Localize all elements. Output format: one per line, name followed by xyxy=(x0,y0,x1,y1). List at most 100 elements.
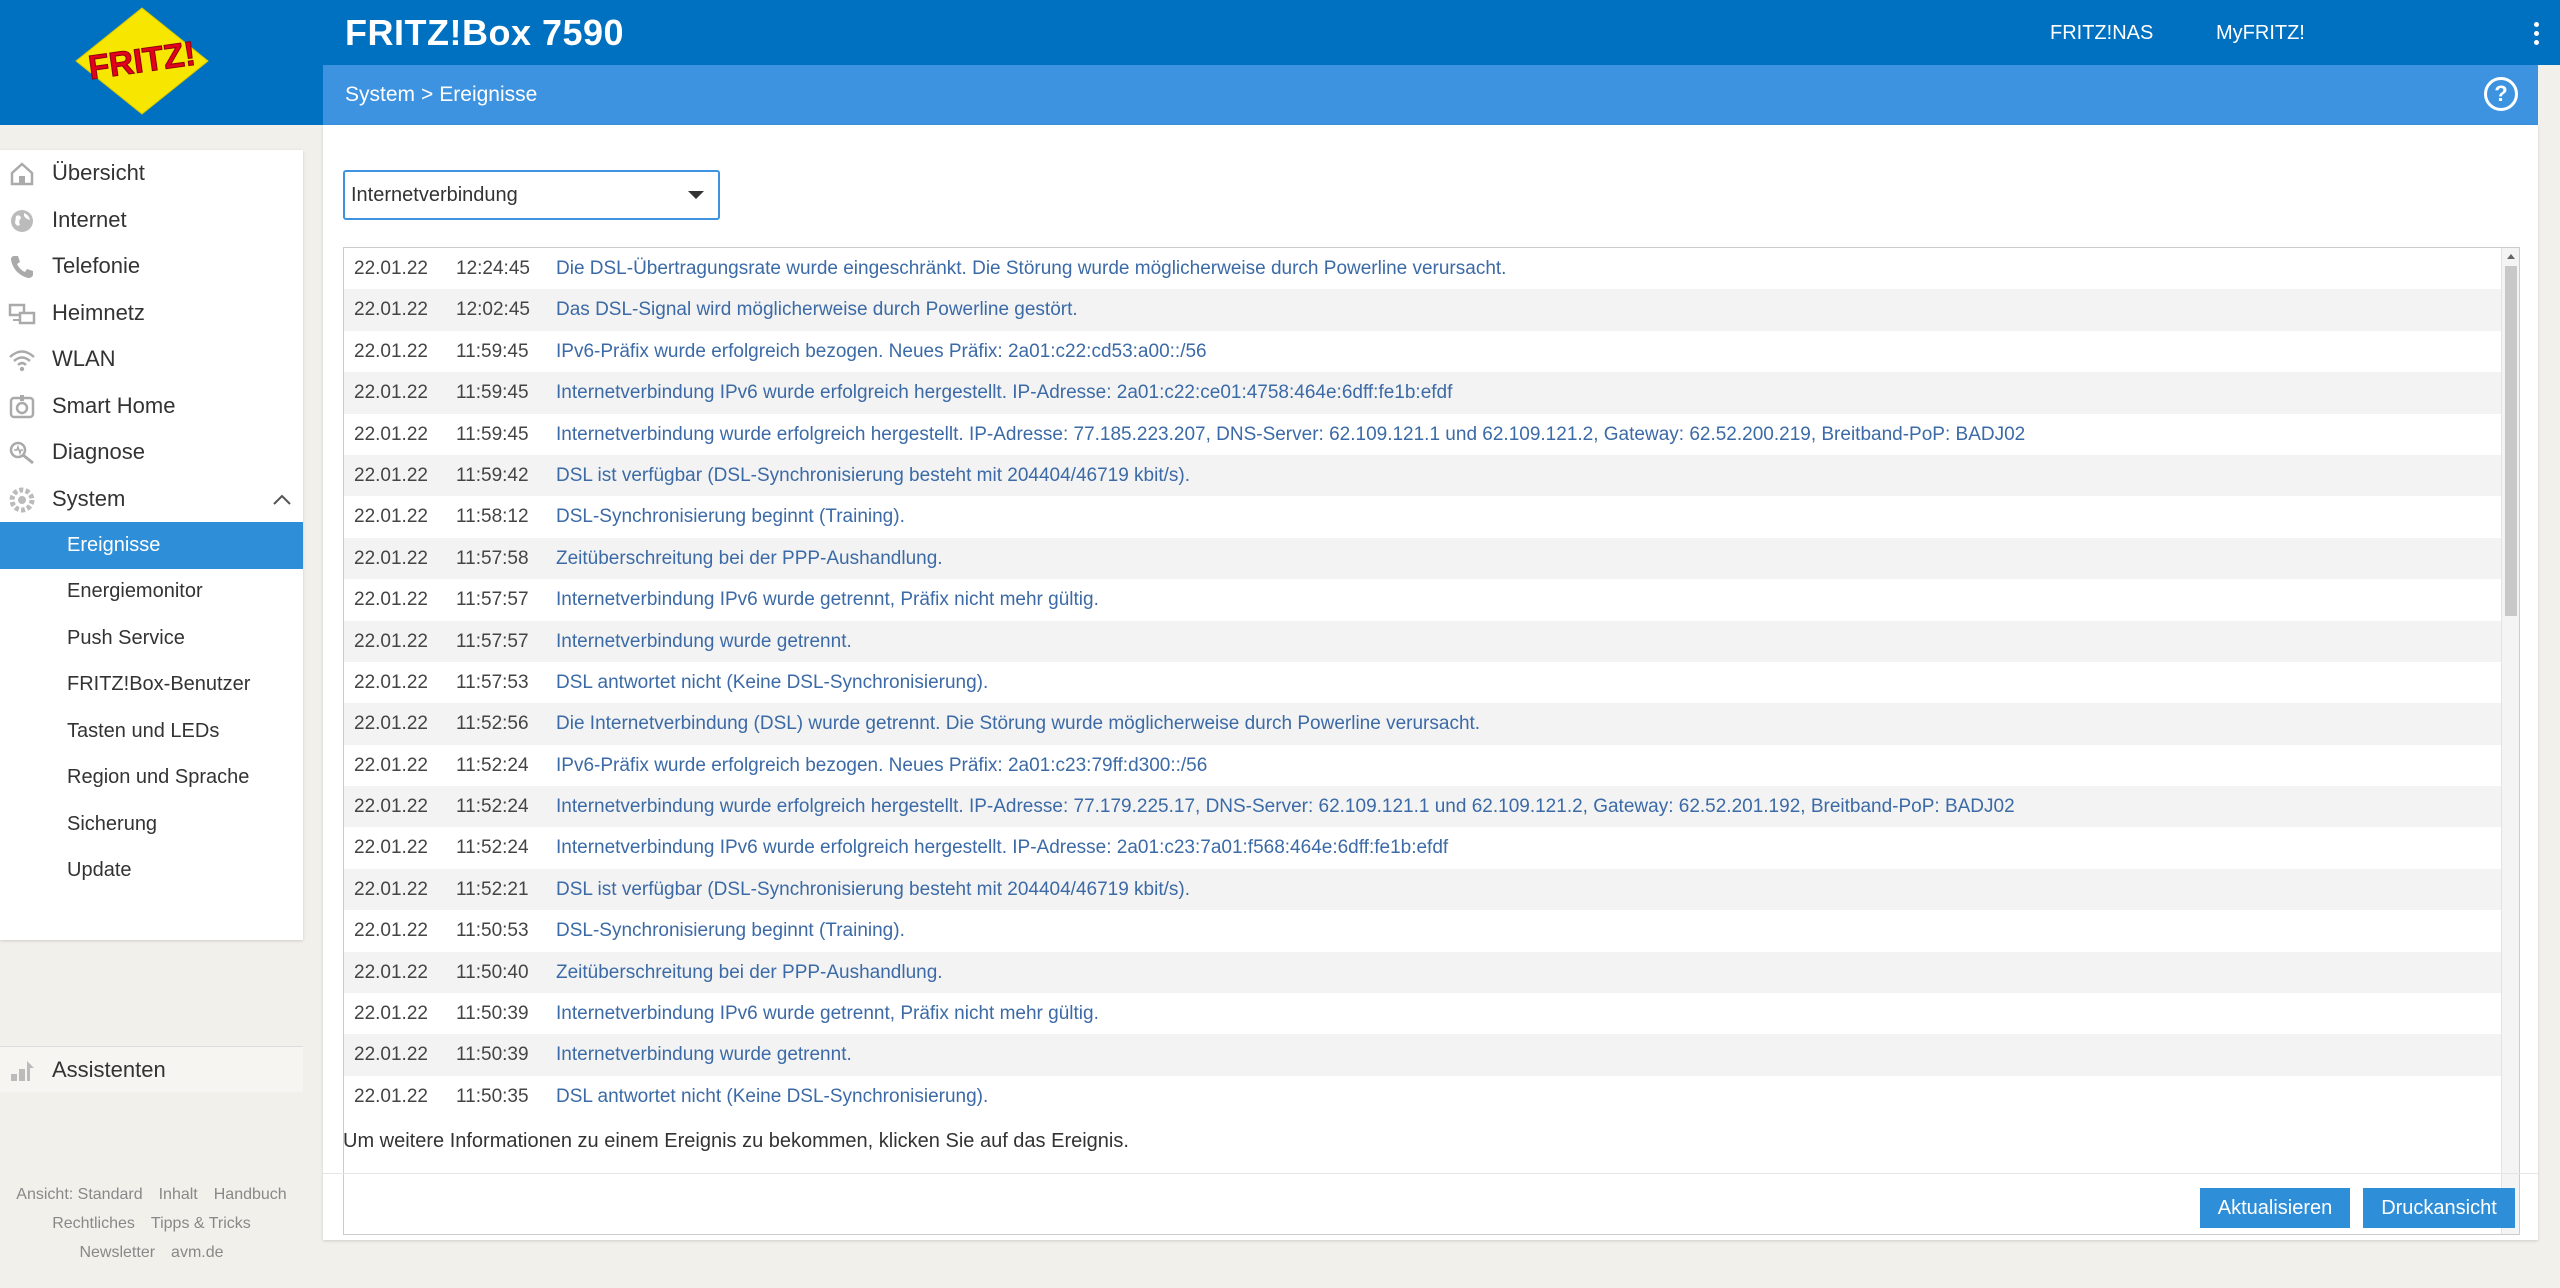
sidebar-item-smart-home[interactable]: Smart Home xyxy=(0,383,303,430)
event-row[interactable]: 22.01.22 11:50:40 Zeitüberschreitung bei d… xyxy=(344,951,2502,994)
sidebar-item-system[interactable]: System xyxy=(0,476,303,523)
event-message: Internetverbindung IPv6 wurde erfolgreic… xyxy=(556,837,1449,859)
sidebar-item-diagnose[interactable]: Diagnose xyxy=(0,429,303,476)
sidebar-sub-tasten-leds[interactable]: Tasten und LEDs xyxy=(0,708,303,755)
event-message: DSL antwortet nicht (Keine DSL-Synchroni… xyxy=(556,671,989,693)
sidebar-item-assistenten[interactable]: Assistenten xyxy=(0,1046,303,1092)
footer-avm[interactable]: avm.de xyxy=(171,1244,223,1261)
breadcrumb-bar: System > Ereignisse ? xyxy=(323,65,2538,125)
event-row[interactable]: 22.01.22 12:24:45 Die DSL-Übertragungsrate… xyxy=(344,248,2502,289)
event-date: 22.01.22 xyxy=(354,630,428,652)
sidebar-sub-sicherung[interactable]: Sicherung xyxy=(0,801,303,848)
event-row[interactable]: 22.01.22 11:57:53 DSL antwortet nicht (Kei… xyxy=(344,662,2502,703)
sub-label: Region und Sprache xyxy=(67,766,250,789)
footer-handbuch[interactable]: Handbuch xyxy=(214,1186,287,1203)
sidebar-sub-ereignisse[interactable]: Ereignisse xyxy=(0,522,303,569)
sidebar-item-heimnetz[interactable]: Heimnetz xyxy=(0,290,303,337)
more-menu-icon[interactable] xyxy=(2526,22,2546,50)
footer-tipps[interactable]: Tipps & Tricks xyxy=(151,1215,251,1232)
print-view-button[interactable]: Druckansicht xyxy=(2363,1188,2515,1228)
event-time: 11:57:53 xyxy=(456,671,529,693)
product-title: FRITZ!Box 7590 xyxy=(345,12,625,53)
event-date: 22.01.22 xyxy=(354,796,428,818)
sidebar-sub-region-sprache[interactable]: Region und Sprache xyxy=(0,755,303,802)
sidebar-item-internet[interactable]: Internet xyxy=(0,197,303,244)
breadcrumb-separator: > xyxy=(421,83,434,106)
event-row[interactable]: 22.01.22 11:50:35 DSL antwortet nicht (Kei… xyxy=(344,1076,2502,1117)
sidebar-sub-energiemonitor[interactable]: Energiemonitor xyxy=(0,569,303,616)
event-log-scrollbar[interactable] xyxy=(2501,248,2519,1234)
sub-label: Ereignisse xyxy=(67,533,161,556)
event-row[interactable]: 22.01.22 11:52:24 IPv6-Präfix wurde erfolg… xyxy=(344,745,2502,786)
event-time: 11:59:45 xyxy=(456,382,529,404)
sub-label: FRITZ!Box-Benutzer xyxy=(67,673,251,696)
event-row[interactable]: 22.01.22 11:50:53 DSL-Synchronisierung beg… xyxy=(344,910,2502,951)
footer-inhalt[interactable]: Inhalt xyxy=(159,1186,198,1203)
event-date: 22.01.22 xyxy=(354,1085,428,1107)
event-message: Internetverbindung wurde getrennt. xyxy=(556,1044,852,1066)
breadcrumb: System > Ereignisse xyxy=(345,83,537,107)
sub-label: Push Service xyxy=(67,626,185,649)
sub-label: Tasten und LEDs xyxy=(67,719,220,742)
divider xyxy=(323,1173,2538,1174)
fritznas-link[interactable]: FRITZ!NAS xyxy=(2050,22,2153,45)
sidebar-item-uebersicht[interactable]: Übersicht xyxy=(0,150,303,197)
event-date: 22.01.22 xyxy=(354,506,428,528)
event-date: 22.01.22 xyxy=(354,589,428,611)
event-message: Internetverbindung wurde erfolgreich her… xyxy=(556,423,2026,445)
event-filter-select[interactable]: Internetverbindung xyxy=(343,170,720,220)
sidebar-label: Heimnetz xyxy=(52,299,145,325)
sidebar-label: Übersicht xyxy=(52,160,145,186)
event-row[interactable]: 22.01.22 11:57:57 Internetverbindung IPv6 … xyxy=(344,579,2502,620)
event-row[interactable]: 22.01.22 12:02:45 Das DSL-Signal wird mögl… xyxy=(344,289,2502,331)
scroll-up-icon[interactable] xyxy=(2507,254,2515,259)
sidebar-sub-fritzbox-benutzer[interactable]: FRITZ!Box-Benutzer xyxy=(0,662,303,709)
event-row[interactable]: 22.01.22 11:58:12 DSL-Synchronisierung beg… xyxy=(344,496,2502,537)
event-date: 22.01.22 xyxy=(354,423,428,445)
event-date: 22.01.22 xyxy=(354,382,428,404)
event-message: Internetverbindung IPv6 wurde erfolgreic… xyxy=(556,382,1453,404)
event-row[interactable]: 22.01.22 11:52:56 Die Internetverbindung (… xyxy=(344,703,2502,745)
caret-down-icon xyxy=(688,191,704,199)
logo-area: FRITZ! xyxy=(0,0,323,125)
footer-newsletter[interactable]: Newsletter xyxy=(79,1244,155,1261)
event-time: 11:50:39 xyxy=(456,1003,529,1025)
event-row[interactable]: 22.01.22 11:57:57 Internetverbindung wurde… xyxy=(344,620,2502,662)
event-table: 22.01.22 12:24:45 Die DSL-Übertragungsrate… xyxy=(344,248,2502,1117)
footer-rechtliches[interactable]: Rechtliches xyxy=(52,1215,135,1232)
chevron-up-icon[interactable] xyxy=(272,490,292,510)
sidebar-item-wlan[interactable]: WLAN xyxy=(0,336,303,383)
sidebar-sub-push-service[interactable]: Push Service xyxy=(0,615,303,662)
breadcrumb-system[interactable]: System xyxy=(345,83,415,106)
help-icon[interactable]: ? xyxy=(2484,77,2518,111)
event-time: 11:57:58 xyxy=(456,547,529,569)
event-row[interactable]: 22.01.22 11:52:24 Internetverbindung IPv6 … xyxy=(344,827,2502,868)
event-date: 22.01.22 xyxy=(354,299,428,321)
event-date: 22.01.22 xyxy=(354,1003,428,1025)
event-date: 22.01.22 xyxy=(354,878,428,900)
event-message: Die Internetverbindung (DSL) wurde getre… xyxy=(556,713,1481,735)
event-message: DSL ist verfügbar (DSL-Synchronisierung … xyxy=(556,878,1191,900)
sidebar: Übersicht Internet Telefonie Heimnetz WL… xyxy=(0,150,303,1092)
event-row[interactable]: 22.01.22 11:50:39 Internetverbindung IPv6 … xyxy=(344,993,2502,1034)
event-row[interactable]: 22.01.22 11:59:45 IPv6-Präfix wurde erfolg… xyxy=(344,331,2502,372)
event-row[interactable]: 22.01.22 11:57:58 Zeitüberschreitung bei d… xyxy=(344,537,2502,580)
refresh-button[interactable]: Aktualisieren xyxy=(2200,1188,2350,1228)
myfritz-link[interactable]: MyFRITZ! xyxy=(2216,22,2305,45)
scrollbar-thumb[interactable] xyxy=(2505,266,2517,616)
sidebar-sub-update[interactable]: Update xyxy=(0,848,303,895)
event-row[interactable]: 22.01.22 11:52:24 Internetverbindung wurde… xyxy=(344,786,2502,828)
sidebar-item-telefonie[interactable]: Telefonie xyxy=(0,243,303,290)
event-filter-value: Internetverbindung xyxy=(351,184,518,206)
event-message: Das DSL-Signal wird möglicherweise durch… xyxy=(556,299,1078,321)
event-row[interactable]: 22.01.22 11:52:21 DSL ist verfügbar (DSL-S… xyxy=(344,868,2502,911)
footer-ansicht[interactable]: Ansicht: Standard xyxy=(16,1186,142,1203)
event-row[interactable]: 22.01.22 11:59:45 Internetverbindung IPv6 … xyxy=(344,372,2502,414)
event-row[interactable]: 22.01.22 11:59:42 DSL ist verfügbar (DSL-S… xyxy=(344,454,2502,497)
fritz-logo[interactable]: FRITZ! xyxy=(72,6,212,116)
event-row[interactable]: 22.01.22 11:50:39 Internetverbindung wurde… xyxy=(344,1034,2502,1076)
event-message: DSL antwortet nicht (Keine DSL-Synchroni… xyxy=(556,1085,989,1107)
event-message: DSL-Synchronisierung beginnt (Training). xyxy=(556,506,905,528)
event-row[interactable]: 22.01.22 11:59:45 Internetverbindung wurde… xyxy=(344,414,2502,455)
main-panel: Internetverbindung 22.01.22 12:24:45 Die D… xyxy=(323,125,2538,1240)
